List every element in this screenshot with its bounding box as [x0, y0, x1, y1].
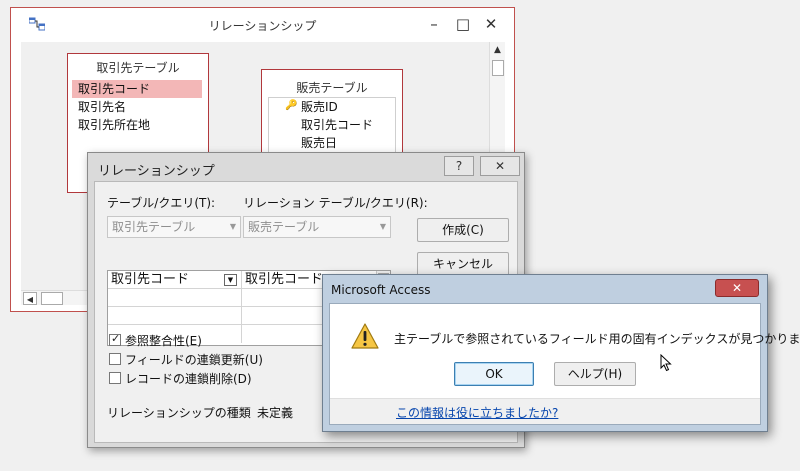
checkbox-label[interactable]: フィールドの連鎖更新(U) — [125, 351, 263, 368]
scroll-thumb[interactable] — [41, 292, 63, 305]
field-item-sales-id[interactable]: 販売ID — [269, 98, 395, 116]
mouse-pointer-icon — [660, 353, 672, 375]
create-button[interactable]: 作成(C) — [417, 218, 509, 242]
warning-icon — [350, 322, 380, 353]
chevron-down-icon: ▼ — [379, 222, 386, 231]
dialog-close-button[interactable]: ✕ — [480, 156, 520, 176]
relationship-type-value: 未定義 — [257, 406, 294, 420]
grid-cell[interactable] — [108, 289, 242, 307]
message-text: 主テーブルで参照されているフィールド用の固有インデックスが見つかりません。 — [394, 332, 800, 346]
field-item-customer-code[interactable]: 取引先コード — [269, 116, 395, 134]
field-item-sales-date[interactable]: 販売日 — [269, 134, 395, 152]
table-title: 取引先テーブル — [96, 61, 180, 75]
message-body: 主テーブルで参照されているフィールド用の固有インデックスが見つかりません。 OK… — [329, 303, 800, 425]
field-item-customer-name[interactable]: 取引先名 — [72, 98, 202, 116]
message-footer: この情報は役に立ちましたか? — [330, 398, 760, 424]
help-button[interactable]: ? — [444, 156, 474, 176]
grid-cell[interactable] — [108, 307, 242, 325]
minimize-button[interactable]: – — [423, 14, 445, 34]
ok-button[interactable]: OK — [454, 362, 534, 386]
dialog-titlebar[interactable]: リレーションシップ ? ✕ — [88, 153, 524, 181]
checkbox-cascade-delete[interactable] — [109, 372, 121, 384]
table-query-label: テーブル/クエリ(T): — [107, 196, 216, 210]
grid-cell[interactable]: 取引先コード — [108, 271, 242, 289]
table-title: 販売テーブル — [296, 81, 368, 95]
related-table-select[interactable]: 販売テーブル ▼ — [243, 216, 391, 238]
field-item-customer-address[interactable]: 取引先所在地 — [72, 116, 202, 134]
chevron-down-icon[interactable]: ▼ — [224, 274, 237, 286]
field-item-customer-code[interactable]: 取引先コード — [72, 80, 202, 98]
close-button[interactable]: ✕ — [480, 14, 502, 34]
relationships-titlebar[interactable]: リレーションシップ – □ ✕ — [11, 8, 514, 40]
scroll-thumb[interactable] — [492, 60, 504, 76]
related-table-label: リレーション テーブル/クエリ(R): — [243, 196, 428, 210]
table-query-value: 取引先テーブル — [112, 220, 196, 234]
checkbox-cascade-update[interactable] — [109, 353, 121, 365]
message-box-title: Microsoft Access — [331, 283, 431, 297]
error-message-box: Microsoft Access ✕ 主テーブルで参照されているフィールド用の固… — [322, 274, 800, 432]
dialog-title: リレーションシップ — [98, 164, 215, 179]
checkbox-label[interactable]: レコードの連鎖削除(D) — [125, 370, 252, 387]
scroll-left-icon[interactable]: ◀ — [23, 292, 37, 305]
maximize-button[interactable]: □ — [452, 14, 474, 34]
feedback-link[interactable]: この情報は役に立ちましたか? — [396, 404, 558, 421]
field-list: 🔑 販売ID 取引先コード 販売日 — [268, 97, 396, 157]
table-query-select[interactable]: 取引先テーブル ▼ — [107, 216, 241, 238]
checkbox-label[interactable]: 参照整合性(E) — [125, 332, 202, 349]
scroll-up-icon[interactable]: ▲ — [490, 42, 505, 58]
table-box-sales[interactable]: 販売テーブル 🔑 販売ID 取引先コード 販売日 — [261, 69, 403, 159]
message-close-button[interactable]: ✕ — [715, 279, 759, 297]
chevron-down-icon: ▼ — [229, 222, 236, 231]
help-button[interactable]: ヘルプ(H) — [554, 362, 636, 386]
relationship-type-label: リレーションシップの種類 — [107, 406, 251, 420]
checkbox-referential-integrity[interactable] — [109, 332, 121, 346]
related-table-value: 販売テーブル — [248, 220, 320, 234]
cancel-button[interactable]: キャンセル — [417, 252, 509, 276]
